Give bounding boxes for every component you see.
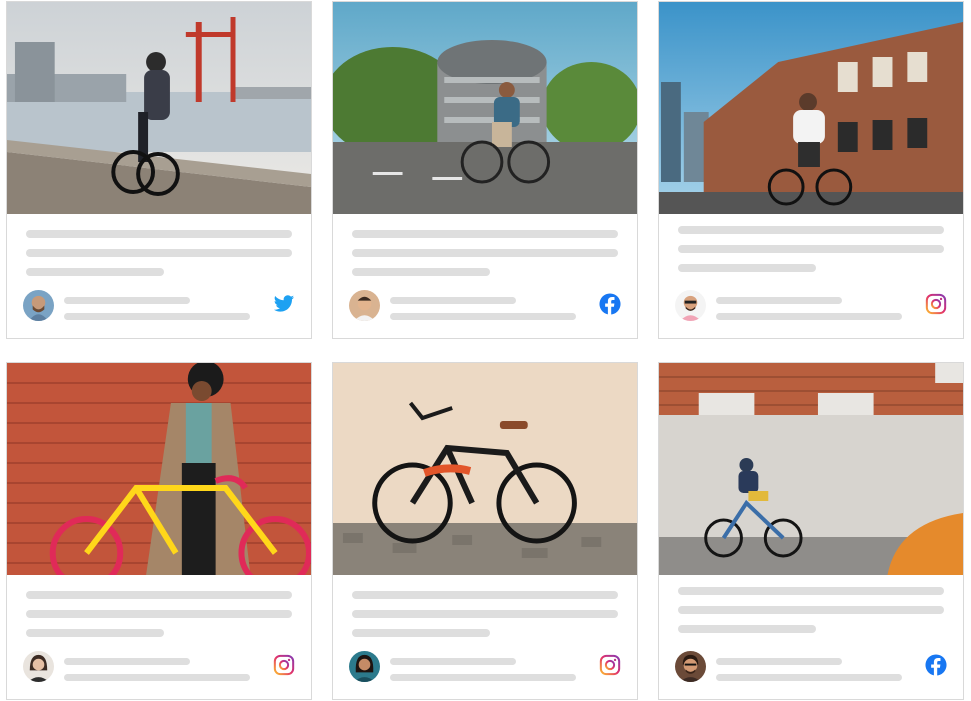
avatar[interactable] xyxy=(349,290,380,321)
text-line xyxy=(678,587,944,595)
author-meta-placeholder xyxy=(716,297,902,320)
instagram-icon[interactable] xyxy=(273,654,295,676)
post-photo-black-bike-wall[interactable] xyxy=(333,363,637,575)
post-author xyxy=(675,290,947,322)
avatar[interactable] xyxy=(349,651,380,682)
post-author xyxy=(23,651,295,683)
post-date-placeholder xyxy=(390,674,576,681)
post-text-placeholder xyxy=(352,230,618,287)
post-date-placeholder xyxy=(390,313,576,320)
feed-card-4[interactable] xyxy=(6,362,312,700)
feed-card-5[interactable] xyxy=(332,362,638,700)
text-line xyxy=(26,249,292,257)
author-meta-placeholder xyxy=(64,297,250,320)
instagram-icon[interactable] xyxy=(599,654,621,676)
feed-card-6[interactable] xyxy=(658,362,964,700)
text-line xyxy=(678,226,944,234)
author-name-placeholder xyxy=(64,658,190,665)
instagram-icon[interactable] xyxy=(925,293,947,315)
text-line xyxy=(352,629,490,637)
feed-card-2[interactable] xyxy=(332,1,638,339)
feed-card-1[interactable] xyxy=(6,1,312,339)
text-line xyxy=(678,606,944,614)
author-meta-placeholder xyxy=(64,658,250,681)
post-photo-cyclist-city-street[interactable] xyxy=(333,2,637,214)
post-author xyxy=(349,651,621,683)
post-photo-cyclist-harbor[interactable] xyxy=(7,2,311,214)
author-meta-placeholder xyxy=(716,658,902,681)
author-name-placeholder xyxy=(716,297,842,304)
text-line xyxy=(26,629,164,637)
post-text-placeholder xyxy=(26,230,292,287)
text-line xyxy=(352,268,490,276)
post-text-placeholder xyxy=(352,591,618,648)
social-feed-grid xyxy=(0,0,971,701)
post-date-placeholder xyxy=(716,313,902,320)
text-line xyxy=(678,625,816,633)
post-text-placeholder xyxy=(678,226,944,283)
post-photo-boy-cycling-street[interactable] xyxy=(659,363,963,575)
avatar[interactable] xyxy=(675,290,706,321)
text-line xyxy=(26,610,292,618)
author-meta-placeholder xyxy=(390,297,576,320)
post-author xyxy=(23,290,295,322)
feed-card-3[interactable] xyxy=(658,1,964,339)
post-photo-cyclist-brick-building[interactable] xyxy=(659,2,963,214)
post-text-placeholder xyxy=(678,587,944,644)
text-line xyxy=(352,610,618,618)
text-line xyxy=(26,268,164,276)
post-text-placeholder xyxy=(26,591,292,648)
facebook-icon[interactable] xyxy=(925,654,947,676)
text-line xyxy=(678,245,944,253)
avatar[interactable] xyxy=(23,651,54,682)
author-name-placeholder xyxy=(390,297,516,304)
post-author xyxy=(675,651,947,683)
text-line xyxy=(352,591,618,599)
post-photo-woman-yellow-bike[interactable] xyxy=(7,363,311,575)
avatar[interactable] xyxy=(675,651,706,682)
avatar[interactable] xyxy=(23,290,54,321)
facebook-icon[interactable] xyxy=(599,293,621,315)
text-line xyxy=(678,264,816,272)
post-date-placeholder xyxy=(64,674,250,681)
post-date-placeholder xyxy=(716,674,902,681)
text-line xyxy=(352,230,618,238)
author-name-placeholder xyxy=(390,658,516,665)
text-line xyxy=(26,591,292,599)
post-author xyxy=(349,290,621,322)
text-line xyxy=(26,230,292,238)
post-date-placeholder xyxy=(64,313,250,320)
twitter-icon[interactable] xyxy=(273,293,295,315)
author-name-placeholder xyxy=(716,658,842,665)
author-name-placeholder xyxy=(64,297,190,304)
author-meta-placeholder xyxy=(390,658,576,681)
text-line xyxy=(352,249,618,257)
